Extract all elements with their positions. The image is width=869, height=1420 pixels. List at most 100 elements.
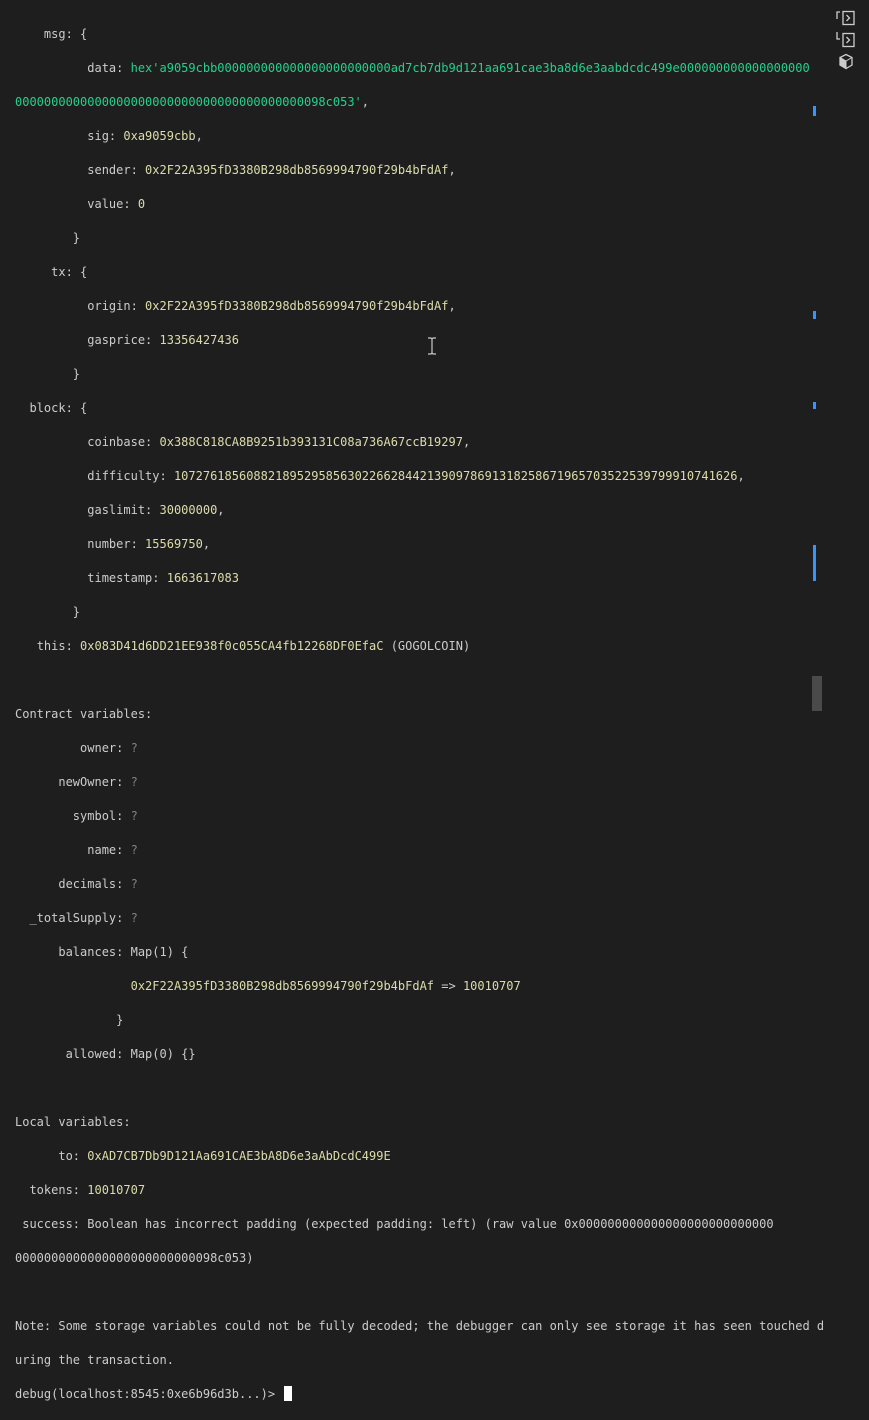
timestamp-key: timestamp: xyxy=(87,571,167,585)
note-message: Note: Some storage variables could not b… xyxy=(15,1319,825,1333)
line-success: success: Boolean has incorrect padding (… xyxy=(15,1216,815,1233)
line-contract-vars: Contract variables: xyxy=(15,706,815,723)
line-note-cont: uring the transaction. xyxy=(15,1352,815,1369)
line-sig: sig: 0xa9059cbb, xyxy=(87,129,203,143)
value-key: value: xyxy=(87,197,138,211)
balances-address: 0x2F22A395fD3380B298db8569994790f29b4bFd… xyxy=(130,979,435,993)
line-tx: tx: { xyxy=(15,264,815,281)
terminal-new-icon[interactable] xyxy=(836,31,856,49)
sender-value: 0x2F22A395fD3380B298db8569994790f29b4bFd… xyxy=(145,163,449,177)
close-brace: } xyxy=(72,605,81,619)
line-tx-close: } xyxy=(15,366,815,383)
balances-amount: 10010707 xyxy=(462,979,521,993)
scrollbar-thumb[interactable] xyxy=(812,676,822,711)
name-key: name: xyxy=(87,843,131,857)
gaslimit-value: 30000000 xyxy=(159,503,218,517)
balances-key: balances: xyxy=(58,945,131,959)
sig-key: sig: xyxy=(87,129,124,143)
line-decimals: decimals: ? xyxy=(15,876,815,893)
line-to: to: 0xAD7CB7Db9D121Aa691CAE3bA8D6e3aAbDc… xyxy=(15,1148,815,1165)
this-key: this: xyxy=(36,639,81,653)
data-key: data: xyxy=(87,61,131,75)
origin-key: origin: xyxy=(87,299,146,313)
owner-value: ? xyxy=(130,741,138,755)
success-message: success: Boolean has incorrect padding (… xyxy=(22,1217,774,1231)
msg-label: msg: { xyxy=(43,27,88,41)
close-brace: } xyxy=(72,367,81,381)
close-brace: } xyxy=(116,1013,124,1027)
sender-key: sender: xyxy=(87,163,146,177)
local-vars-title: Local variables: xyxy=(15,1115,131,1129)
cube-icon[interactable] xyxy=(838,53,858,71)
tokens-key: tokens: xyxy=(29,1183,88,1197)
tx-label: tx: { xyxy=(51,265,88,279)
line-block-close: } xyxy=(15,604,815,621)
terminal-side-toolbar xyxy=(830,0,869,80)
line-tokens: tokens: 10010707 xyxy=(15,1182,815,1199)
terminal-split-icon[interactable] xyxy=(836,10,856,28)
newowner-key: newOwner: xyxy=(58,775,131,789)
close-brace: } xyxy=(72,231,81,245)
symbol-value: ? xyxy=(130,809,138,823)
note-message-cont: uring the transaction. xyxy=(15,1353,174,1367)
overview-marker xyxy=(813,311,816,319)
line-local-vars: Local variables: xyxy=(15,1114,815,1131)
gaslimit-key: gaslimit: xyxy=(87,503,160,517)
data-value: hex'a9059cbb000000000000000000000000ad7c… xyxy=(130,61,810,75)
decimals-key: decimals: xyxy=(58,877,131,891)
line-prompt[interactable]: debug(localhost:8545:0xe6b96d3b...)> xyxy=(15,1386,815,1403)
line-newowner: newOwner: ? xyxy=(15,774,815,791)
line-symbol: symbol: ? xyxy=(15,808,815,825)
line-this: this: 0x083D41d6DD21EE938f0c055CA4fb1226… xyxy=(15,638,815,655)
line-owner: owner: ? xyxy=(15,740,815,757)
terminal-scrollbar[interactable] xyxy=(812,0,822,711)
terminal-output[interactable]: msg: { data: hex'a9059cbb000000000000000… xyxy=(15,9,824,1420)
line-msg: msg: { xyxy=(15,26,815,43)
to-value: 0xAD7CB7Db9D121Aa691CAE3bA8D6e3aAbDcdC49… xyxy=(87,1149,391,1163)
arrow: => xyxy=(434,979,463,993)
line-block: block: { xyxy=(15,400,815,417)
data-value-cont: 0000000000000000000000000000000000000000… xyxy=(15,95,362,109)
line-totalsupply: _totalSupply: ? xyxy=(15,910,815,927)
overview-marker xyxy=(813,402,816,409)
line-balances-close: } xyxy=(15,1012,815,1029)
line-data-cont: 0000000000000000000000000000000000000000… xyxy=(15,94,815,111)
text-ibeam-icon xyxy=(428,337,436,355)
allowed-value: Map(0) {} xyxy=(130,1047,196,1061)
text-cursor xyxy=(284,1386,293,1401)
sig-value: 0xa9059cbb xyxy=(123,129,196,143)
difficulty-key: difficulty: xyxy=(87,469,174,483)
line-allowed: allowed: Map(0) {} xyxy=(15,1046,815,1063)
totalsupply-key: _totalSupply: xyxy=(29,911,131,925)
this-address: 0x083D41d6DD21EE938f0c055CA4fb12268DF0Ef… xyxy=(80,639,384,653)
overview-marker xyxy=(813,106,816,116)
this-name: (GOGOLCOIN) xyxy=(383,639,471,653)
line-success-cont: 0000000000000000000000000098c053) xyxy=(15,1250,815,1267)
block-label: block: { xyxy=(29,401,88,415)
allowed-key: allowed: xyxy=(65,1047,131,1061)
line-balances: balances: Map(1) { xyxy=(15,944,815,961)
to-key: to: xyxy=(58,1149,88,1163)
coinbase-value: 0x388C818CA8B9251b393131C08a736A67ccB192… xyxy=(159,435,463,449)
line-value: value: 0 xyxy=(15,196,815,213)
line-gaslimit: gaslimit: 30000000, xyxy=(87,503,225,517)
line-coinbase: coinbase: 0x388C818CA8B9251b393131C08a73… xyxy=(87,435,471,449)
difficulty-value: 1072761856088218952958563022662844213909… xyxy=(173,469,738,483)
decimals-value: ? xyxy=(130,877,138,891)
line-data: data: hex'a9059cbb0000000000000000000000… xyxy=(15,60,815,77)
number-value: 15569750 xyxy=(145,537,203,551)
gasprice-key: gasprice: xyxy=(87,333,160,347)
tokens-value: 10010707 xyxy=(87,1183,146,1197)
line-difficulty: difficulty: 1072761856088218952958563022… xyxy=(87,469,745,483)
newowner-value: ? xyxy=(130,775,138,789)
balances-value: Map(1) { xyxy=(130,945,189,959)
owner-key: owner: xyxy=(80,741,131,755)
overview-marker xyxy=(813,545,816,581)
gasprice-value: 13356427436 xyxy=(159,333,239,347)
number-key: number: xyxy=(87,537,146,551)
symbol-key: symbol: xyxy=(72,809,131,823)
line-sender: sender: 0x2F22A395fD3380B298db8569994790… xyxy=(87,163,456,177)
